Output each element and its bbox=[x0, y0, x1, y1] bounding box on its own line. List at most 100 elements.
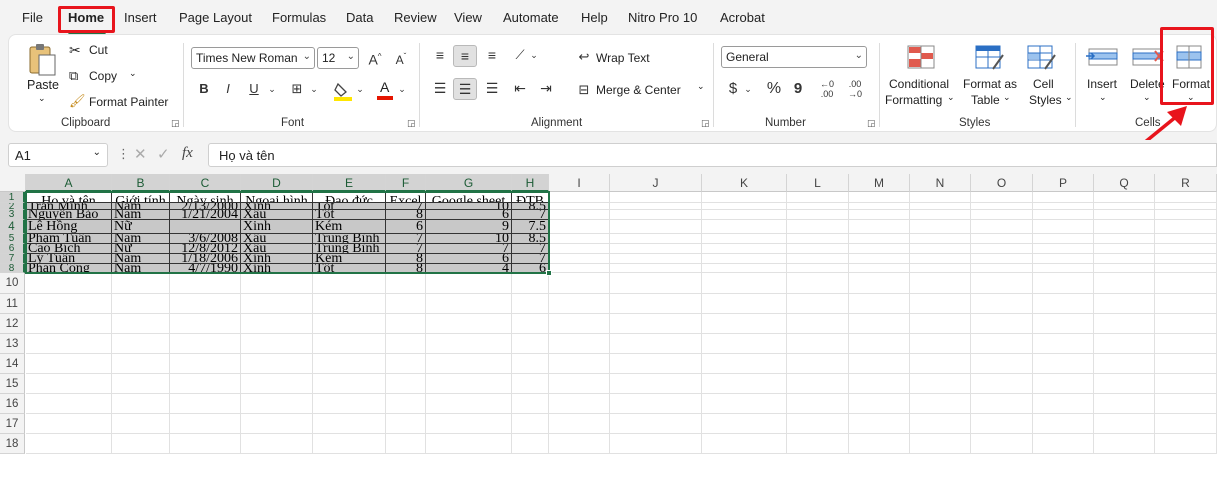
grid-cell[interactable] bbox=[1094, 414, 1155, 434]
grid-cell[interactable] bbox=[549, 254, 610, 264]
orientation-dropdown-icon[interactable]: ⌄ bbox=[529, 45, 539, 65]
grid-cell[interactable] bbox=[610, 192, 702, 203]
grid-cell[interactable] bbox=[910, 314, 971, 334]
grid-cell[interactable] bbox=[549, 244, 610, 254]
table-cell[interactable]: Xấu bbox=[241, 234, 313, 244]
format-painter-icon[interactable]: 🖌 bbox=[69, 93, 86, 109]
table-header-cell[interactable]: Google sheet bbox=[426, 192, 512, 203]
row-header[interactable]: 5 bbox=[0, 234, 25, 244]
grid-cell[interactable] bbox=[971, 264, 1033, 273]
grid-cell[interactable] bbox=[426, 374, 512, 394]
grid-cell[interactable] bbox=[1033, 314, 1094, 334]
grid-cell[interactable] bbox=[386, 394, 426, 414]
merge-dropdown-icon[interactable]: ⌄ bbox=[697, 81, 705, 92]
grid-cell[interactable] bbox=[702, 244, 787, 254]
grid-cell[interactable] bbox=[170, 273, 241, 294]
grid-cell[interactable] bbox=[610, 254, 702, 264]
grid-cell[interactable] bbox=[910, 192, 971, 203]
comma-style-button[interactable]: 9 bbox=[791, 79, 805, 99]
increase-font-icon[interactable]: A^ bbox=[365, 47, 385, 70]
grid-cell[interactable] bbox=[971, 273, 1033, 294]
table-cell[interactable]: 9 bbox=[426, 220, 512, 234]
font-color-dropdown-icon[interactable]: ⌄ bbox=[397, 79, 407, 99]
table-header-cell[interactable]: Đạo đức bbox=[313, 192, 386, 203]
insert-dropdown-icon[interactable]: ⌄ bbox=[1099, 92, 1107, 103]
grid-cell[interactable] bbox=[1094, 273, 1155, 294]
table-cell[interactable]: 1/18/2006 bbox=[170, 254, 241, 264]
grid-cell[interactable] bbox=[1155, 294, 1217, 314]
grid-cell[interactable] bbox=[702, 273, 787, 294]
grid-cell[interactable] bbox=[313, 394, 386, 414]
grid-cell[interactable] bbox=[910, 234, 971, 244]
grid-cell[interactable] bbox=[910, 414, 971, 434]
grid-cell[interactable] bbox=[787, 434, 849, 454]
table-cell[interactable]: Tốt bbox=[313, 210, 386, 220]
column-header[interactable]: D bbox=[241, 174, 313, 192]
column-header[interactable]: H bbox=[512, 174, 549, 192]
table-cell[interactable] bbox=[170, 220, 241, 234]
tab-automate[interactable]: Automate bbox=[503, 10, 559, 25]
tab-review[interactable]: Review bbox=[394, 10, 437, 25]
table-cell[interactable]: 8.5 bbox=[512, 234, 549, 244]
grid-cell[interactable] bbox=[910, 394, 971, 414]
grid-cell[interactable] bbox=[386, 273, 426, 294]
grid-cell[interactable] bbox=[1033, 264, 1094, 273]
table-cell[interactable]: 6 bbox=[426, 210, 512, 220]
table-cell[interactable]: 10 bbox=[426, 234, 512, 244]
grid-cell[interactable] bbox=[1033, 394, 1094, 414]
grid-cell[interactable] bbox=[386, 314, 426, 334]
grid-cell[interactable] bbox=[549, 264, 610, 273]
paste-dropdown-icon[interactable]: ⌄ bbox=[38, 93, 46, 104]
grid-cell[interactable] bbox=[112, 314, 170, 334]
grid-cell[interactable] bbox=[1155, 244, 1217, 254]
grid-cell[interactable] bbox=[971, 434, 1033, 454]
table-cell[interactable]: 6 bbox=[386, 220, 426, 234]
grid-cell[interactable] bbox=[1094, 264, 1155, 273]
grid-cell[interactable] bbox=[426, 354, 512, 374]
table-cell[interactable]: Trần Minh bbox=[26, 203, 112, 210]
grid-cell[interactable] bbox=[971, 314, 1033, 334]
grid-cell[interactable] bbox=[426, 414, 512, 434]
grid-cell[interactable] bbox=[549, 354, 610, 374]
table-cell[interactable]: 8 bbox=[386, 210, 426, 220]
column-header[interactable]: P bbox=[1033, 174, 1094, 192]
grid-cell[interactable] bbox=[610, 264, 702, 273]
grid-cell[interactable] bbox=[910, 264, 971, 273]
grid-cell[interactable] bbox=[910, 220, 971, 234]
grid-cell[interactable] bbox=[549, 294, 610, 314]
row-header[interactable]: 4 bbox=[0, 220, 25, 234]
grid-cell[interactable] bbox=[170, 394, 241, 414]
grid-cell[interactable] bbox=[971, 254, 1033, 264]
grid-cell[interactable] bbox=[1033, 334, 1094, 354]
grid-cell[interactable] bbox=[910, 273, 971, 294]
italic-button[interactable]: I bbox=[219, 79, 237, 99]
cell-styles-label-1[interactable]: Cell bbox=[1033, 77, 1054, 91]
table-cell[interactable]: Nguyễn Bảo bbox=[26, 210, 112, 220]
table-cell[interactable]: Kém bbox=[313, 254, 386, 264]
formula-input[interactable]: Họ và tên bbox=[208, 143, 1217, 167]
table-cell[interactable]: 1/21/2004 bbox=[170, 210, 241, 220]
table-cell[interactable]: 8 bbox=[386, 264, 426, 273]
grid-cell[interactable] bbox=[426, 273, 512, 294]
enter-icon[interactable]: ✓ bbox=[157, 145, 170, 163]
table-cell[interactable]: Trung Bình bbox=[313, 234, 386, 244]
grid-cell[interactable] bbox=[170, 414, 241, 434]
grid-cell[interactable] bbox=[787, 264, 849, 273]
row-header[interactable]: 16 bbox=[0, 394, 25, 414]
grid-cell[interactable] bbox=[386, 374, 426, 394]
column-header[interactable]: C bbox=[170, 174, 241, 192]
decrease-indent-icon[interactable]: ⇤ bbox=[509, 78, 531, 98]
grid-cell[interactable] bbox=[549, 334, 610, 354]
grid-cell[interactable] bbox=[549, 394, 610, 414]
grid-cell[interactable] bbox=[849, 220, 910, 234]
grid-cell[interactable] bbox=[1033, 254, 1094, 264]
grid-cell[interactable] bbox=[910, 294, 971, 314]
grid-cell[interactable] bbox=[610, 294, 702, 314]
tab-view[interactable]: View bbox=[454, 10, 482, 25]
currency-dropdown-icon[interactable]: ⌄ bbox=[743, 79, 753, 99]
column-header[interactable]: Q bbox=[1094, 174, 1155, 192]
grid-cell[interactable] bbox=[241, 314, 313, 334]
grid-cell[interactable] bbox=[787, 334, 849, 354]
grid-cell[interactable] bbox=[1094, 220, 1155, 234]
table-cell[interactable]: 7 bbox=[512, 244, 549, 254]
